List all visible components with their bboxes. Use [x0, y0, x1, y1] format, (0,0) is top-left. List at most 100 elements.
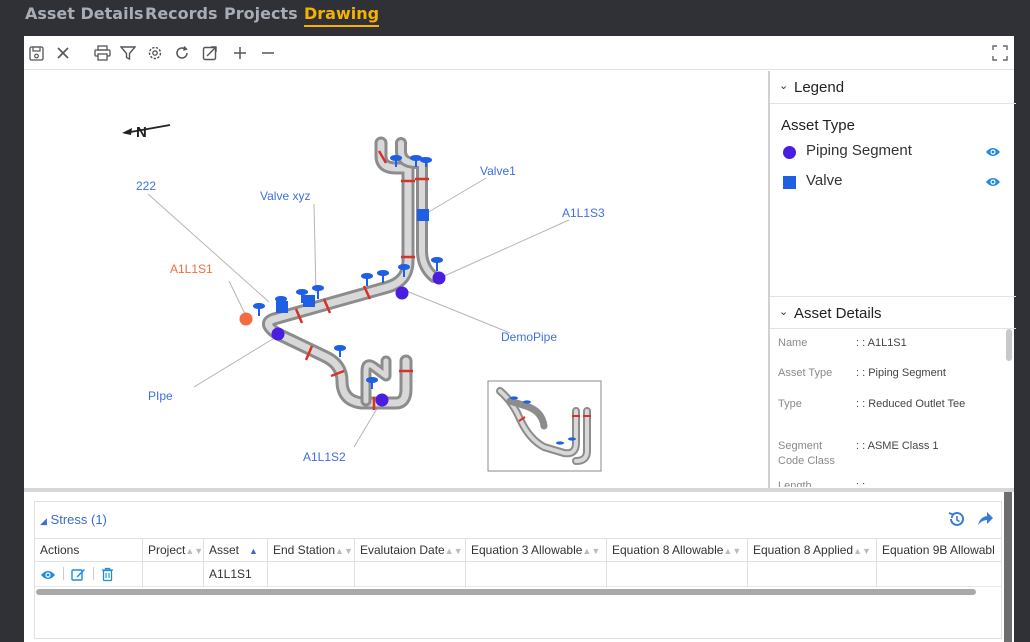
column-header[interactable]: Project▲▼	[143, 539, 204, 563]
detail-key: Asset Type	[778, 367, 833, 379]
asset-details-title: Asset Details	[794, 305, 882, 322]
column-header-label: End Station	[273, 543, 336, 557]
legend-item-label: Valve	[806, 172, 843, 189]
right-sidebar: ⌄ Legend Asset Type Piping Segment Valve…	[768, 71, 1016, 488]
detail-value: : :	[856, 480, 866, 487]
filter-icon[interactable]	[118, 43, 138, 63]
asset-type-label: Asset Type	[781, 117, 855, 134]
column-header[interactable]: Actions	[35, 539, 143, 563]
column-header[interactable]: Equation 8 Applied▲▼	[748, 539, 877, 563]
legend-title: Legend	[794, 79, 845, 96]
details-scrollbar[interactable]	[1006, 329, 1012, 361]
horizontal-scrollbar[interactable]	[36, 589, 976, 595]
column-header-label: Equation 3 Allowable	[471, 543, 583, 557]
detail-key: Length	[778, 480, 812, 487]
detail-key: Name	[778, 337, 808, 349]
export-icon[interactable]	[200, 43, 220, 63]
cell-project	[143, 562, 204, 587]
selected-segment-marker	[239, 312, 253, 326]
stress-panel: ◢ Stress (1) Actions Project▲▼ Asset ▲ En…	[24, 492, 1014, 642]
detail-value: : : A1L1S1	[856, 337, 907, 349]
cell-eq3-allowable	[466, 562, 607, 587]
share-icon[interactable]	[976, 510, 994, 533]
legend-item-label: Piping Segment	[806, 142, 912, 159]
cell-eq8-applied	[748, 562, 877, 587]
detail-value: : : ASME Class 1	[856, 440, 939, 452]
column-header-label: Equation 8 Applied	[753, 543, 854, 557]
column-header[interactable]: Equation 3 Allowable▲▼	[466, 539, 607, 563]
refresh-icon[interactable]	[172, 43, 192, 63]
zoom-out-icon[interactable]	[258, 43, 278, 63]
square-icon	[783, 176, 796, 189]
column-header[interactable]: Asset ▲	[204, 539, 268, 563]
stress-title-text: Stress (1)	[50, 512, 107, 527]
valve-marker	[303, 295, 315, 307]
piping-segment-marker	[395, 286, 409, 300]
piping-segment-marker	[375, 393, 389, 407]
view-icon[interactable]	[40, 566, 56, 590]
eye-icon[interactable]	[985, 175, 1001, 189]
detail-key: Type	[778, 398, 802, 410]
history-icon[interactable]	[947, 510, 965, 533]
tab-drawing[interactable]: Drawing	[304, 4, 380, 27]
drawing-canvas[interactable]: N 222 Valve xyz Valve1 A1L1S3 A1L1S1 Dem…	[24, 71, 765, 488]
label-a1l1s3[interactable]: A1L1S3	[562, 206, 605, 220]
column-header[interactable]: Equation 8 Allowable▲▼	[607, 539, 748, 563]
legend-item-valve: Valve	[781, 171, 1006, 193]
eye-icon[interactable]	[985, 145, 1001, 159]
gear-icon[interactable]	[145, 43, 165, 63]
divider	[63, 567, 64, 580]
detail-value: : : Reduced Outlet Tee	[856, 398, 966, 410]
detail-value: : : Piping Segment	[856, 367, 946, 379]
print-icon[interactable]	[92, 43, 112, 63]
column-header[interactable]: Evalutaion Date▲▼	[355, 539, 466, 563]
valve-marker	[276, 301, 288, 313]
edit-icon[interactable]	[71, 566, 86, 590]
zoom-in-icon[interactable]	[230, 43, 250, 63]
cell-eq9b-allowable	[877, 562, 1001, 587]
column-header-label: Asset	[209, 543, 240, 557]
cell-end-station	[268, 562, 355, 587]
divider	[93, 567, 94, 580]
grid-header: Actions Project▲▼ Asset ▲ End Station▲▼ E…	[35, 538, 1001, 563]
stress-grid: ◢ Stress (1) Actions Project▲▼ Asset ▲ En…	[34, 501, 1002, 639]
piping-segment-marker	[271, 327, 285, 341]
legend-header[interactable]: ⌄ Legend	[770, 71, 1016, 104]
cell-evaluation-date	[355, 562, 466, 587]
circle-icon	[783, 146, 796, 159]
column-header[interactable]: Equation 9B Allowabl	[877, 539, 1001, 563]
row-actions	[35, 562, 143, 587]
chevron-down-icon: ⌄	[779, 306, 789, 318]
stress-title[interactable]: ◢ Stress (1)	[40, 512, 107, 527]
tab-projects[interactable]: Projects	[224, 4, 298, 23]
north-label: N	[136, 124, 147, 141]
label-pipe[interactable]: PIpe	[148, 389, 173, 403]
chevron-down-icon: ⌄	[779, 80, 789, 92]
legend-item-piping-segment: Piping Segment	[781, 141, 1006, 163]
column-header-label: Evalutaion Date	[360, 543, 445, 557]
label-222[interactable]: 222	[136, 179, 156, 193]
label-demopipe[interactable]: DemoPipe	[501, 330, 557, 344]
vertical-scrollbar[interactable]	[1004, 492, 1012, 642]
asset-details-header[interactable]: ⌄ Asset Details	[770, 296, 1016, 329]
save-icon[interactable]	[26, 43, 46, 63]
asset-details-list: Name : : A1L1S1 Asset Type : : Piping Se…	[770, 327, 1008, 487]
label-valve-xyz[interactable]: Valve xyz	[260, 189, 310, 203]
drawing-panel: N 222 Valve xyz Valve1 A1L1S3 A1L1S1 Dem…	[24, 36, 1016, 488]
label-valve1[interactable]: Valve1	[480, 164, 516, 178]
column-header-label: Equation 8 Allowable	[612, 543, 724, 557]
close-icon[interactable]	[53, 43, 73, 63]
label-a1l1s1[interactable]: A1L1S1	[170, 262, 213, 276]
valve-marker	[417, 209, 429, 221]
cell-eq8-allowable	[607, 562, 748, 587]
column-header[interactable]: End Station▲▼	[268, 539, 355, 563]
piping-segment-marker	[432, 271, 446, 285]
delete-icon[interactable]	[101, 566, 114, 590]
tab-records[interactable]: Records	[145, 4, 218, 23]
top-navigation: Asset Details Records Projects Drawing	[0, 0, 1030, 36]
detail-key: Segment Code Class	[778, 440, 835, 467]
cell-asset: A1L1S1	[204, 562, 268, 587]
fullscreen-icon[interactable]	[990, 43, 1010, 63]
tab-asset-details[interactable]: Asset Details	[25, 4, 144, 23]
label-a1l1s2[interactable]: A1L1S2	[303, 450, 346, 464]
